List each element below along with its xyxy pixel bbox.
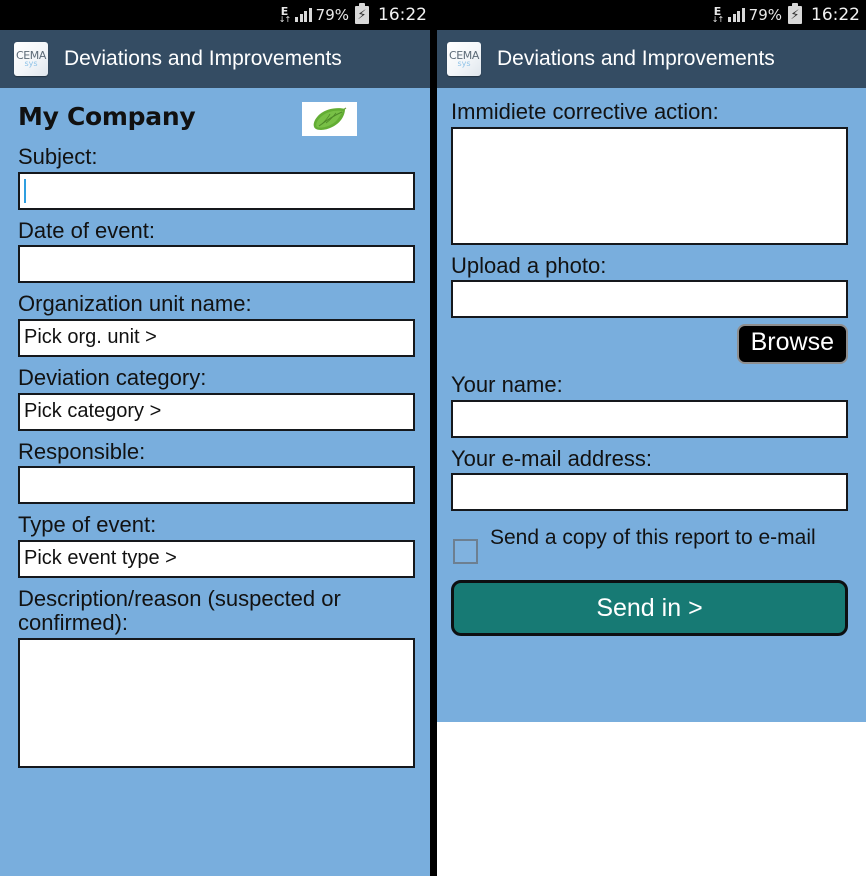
battery-charging-icon: ⚡ [788,3,802,24]
screenshot-divider-top [430,0,437,30]
app-title: Deviations and Improvements [497,47,775,70]
description-label: Description/reason (suspected or confirm… [18,585,341,636]
battery-charging-icon: ⚡ [355,3,369,24]
corrective-action-label: Immidiete corrective action: [451,99,719,124]
send-copy-label: Send a copy of this report to e-mail [490,526,816,550]
your-name-label: Your name: [451,372,563,397]
edge-network-icon: E ↓↑ [278,5,291,24]
company-name: My Company [18,102,196,131]
corrective-action-textarea[interactable] [451,126,848,245]
cemasys-logo-icon: CEMA sys [447,42,481,76]
upload-photo-input[interactable] [451,280,848,319]
type-of-event-label: Type of event: [18,512,157,538]
app-title: Deviations and Improvements [64,47,342,70]
battery-percent-label: 79% [315,6,349,24]
your-email-label: Your e-mail address: [451,445,652,471]
left-phone-screenshot: E ↓↑ 79% ⚡ 16:22 CEMA sys Deviations and… [0,0,433,876]
app-header-right: CEMA sys Deviations and Improvements [433,30,866,88]
send-copy-row[interactable]: Send a copy of this report to e-mail [453,525,846,565]
right-phone-screenshot: E ↓↑ 79% ⚡ 16:22 CEMA sys Deviations and… [433,0,866,876]
status-bar-left: E ↓↑ 79% ⚡ 16:22 [0,0,433,30]
subject-input[interactable] [18,171,415,210]
upload-photo-label: Upload a photo: [451,252,607,278]
edge-network-icon: E ↓↑ [711,5,724,24]
text-caret [24,178,26,203]
deviation-category-picker[interactable]: Pick category > [18,392,415,431]
battery-percent-label: 79% [748,6,782,24]
subject-label: Subject: [18,144,98,169]
signal-strength-icon [728,8,745,22]
deviation-form-page1: My Company Subject: Date of event: Organ… [0,88,433,876]
organization-unit-picker[interactable]: Pick org. unit > [18,318,415,357]
send-in-button[interactable]: Send in > [451,580,848,637]
browse-button[interactable]: Browse [736,324,848,364]
responsible-input[interactable] [18,466,415,505]
cemasys-logo-icon: CEMA sys [14,42,48,76]
date-of-event-input[interactable] [18,245,415,284]
organization-unit-label: Organization unit name: [18,291,252,317]
deviation-category-label: Deviation category: [18,364,207,390]
leaf-logo-icon [302,102,357,136]
your-name-input[interactable] [451,399,848,438]
screenshot-divider [430,30,437,876]
deviation-form-page2: Immidiete corrective action: Upload a ph… [433,88,866,722]
status-bar-right: E ↓↑ 79% ⚡ 16:22 [433,0,866,30]
app-header-left: CEMA sys Deviations and Improvements [0,30,433,88]
company-row: My Company [18,102,415,136]
browse-row: Browse [451,324,848,364]
responsible-label: Responsible: [18,438,146,464]
type-of-event-picker[interactable]: Pick event type > [18,539,415,578]
signal-strength-icon [295,8,312,22]
date-of-event-label: Date of event: [18,217,155,243]
clock-label: 16:22 [811,5,860,25]
your-email-input[interactable] [451,473,848,512]
description-textarea[interactable] [18,638,415,768]
clock-label: 16:22 [378,5,427,25]
send-copy-checkbox[interactable] [453,539,478,565]
